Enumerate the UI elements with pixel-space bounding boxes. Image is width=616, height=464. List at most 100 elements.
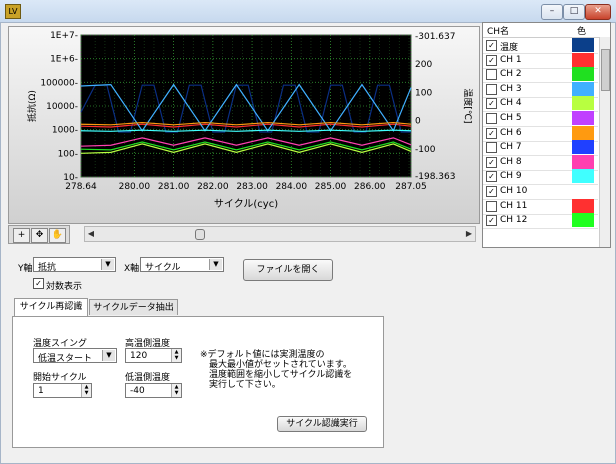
channel-row[interactable]: ✓ CH 8 — [483, 154, 598, 171]
low-temp-input[interactable]: -40 ▲ ▼ — [125, 383, 182, 398]
channel-checkbox[interactable]: ✓ — [486, 54, 497, 66]
log-scale-checkbox[interactable]: ✓ — [33, 278, 44, 289]
x-tick-label: 287.05 — [395, 182, 427, 192]
channel-checkbox[interactable]: ✓ — [486, 156, 497, 168]
channel-row[interactable]: ✓ 温度 — [483, 38, 598, 54]
channel-color-swatch[interactable] — [572, 154, 594, 169]
y-left-tick-label: 10000- — [46, 102, 78, 112]
spinner-arrows-icon[interactable]: ▲ ▼ — [81, 384, 91, 397]
open-file-button[interactable]: ファイルを開く — [243, 259, 333, 281]
channel-name: CH 10 — [500, 186, 528, 196]
channel-row[interactable]: CH 11 — [483, 198, 598, 215]
channel-list-scrollbar[interactable] — [599, 37, 610, 247]
channel-row[interactable]: ✓ CH 10 — [483, 184, 598, 200]
channel-row[interactable]: ✓ CH 12 — [483, 213, 598, 230]
temp-swing-select[interactable]: 低温スタート ▼ — [33, 348, 117, 364]
chevron-down-icon: ▼ — [209, 259, 222, 270]
y-axis-select[interactable]: 抵抗 ▼ — [33, 257, 116, 273]
channel-color-swatch[interactable] — [572, 96, 594, 111]
tab-cycle-recognition[interactable]: サイクル再認識 — [14, 298, 88, 316]
channel-checkbox[interactable] — [486, 142, 497, 154]
scroll-left-icon[interactable]: ◀ — [85, 227, 97, 241]
close-button[interactable]: ✕ — [585, 4, 611, 20]
chart-frame: 278.64 280.00 281.00 282.00 283.00 284.00 285.… — [8, 26, 480, 224]
channel-row[interactable]: CH 7 — [483, 140, 598, 157]
channel-row[interactable]: ✓ CH 6 — [483, 125, 598, 142]
channel-color-header: 色 — [577, 27, 587, 37]
channel-color-swatch[interactable] — [572, 169, 594, 184]
channel-checkbox[interactable]: ✓ — [486, 171, 497, 183]
y-right-tick-label: 100 — [415, 88, 432, 98]
start-cycle-label: 開始サイクル — [33, 373, 87, 383]
channel-name: CH 2 — [500, 69, 522, 80]
y-axis-label: Y軸 — [18, 264, 33, 274]
pan-hand-icon[interactable]: ✋ — [49, 228, 66, 243]
channel-name: CH 6 — [500, 127, 522, 138]
channel-checkbox[interactable] — [486, 200, 497, 212]
channel-row[interactable]: CH 3 — [483, 81, 598, 98]
y-left-tick-label: 100- — [58, 149, 78, 159]
channel-color-swatch[interactable] — [572, 38, 594, 52]
channel-name: CH 7 — [500, 142, 522, 153]
chart-horizontal-scrollbar[interactable]: ◀ ▶ — [84, 226, 476, 242]
channel-name: 温度 — [500, 43, 519, 53]
channel-row[interactable]: ✓ CH 4 — [483, 96, 598, 113]
channel-checkbox[interactable]: ✓ — [486, 186, 497, 197]
channel-name: CH 4 — [500, 98, 522, 109]
y-left-tick-label: 1E+6- — [50, 55, 78, 65]
scrollbar-thumb[interactable] — [195, 229, 205, 240]
chevron-down-icon: ▼ — [102, 350, 115, 361]
title-bar: LV – □ ✕ — [0, 0, 616, 23]
channel-name: CH 3 — [500, 83, 522, 94]
maximize-button[interactable]: □ — [563, 4, 585, 20]
y-right-tick-label: -198.363 — [415, 172, 455, 182]
channel-color-swatch[interactable] — [572, 111, 594, 125]
spinner-arrows-icon[interactable]: ▲ ▼ — [171, 384, 181, 397]
channel-row[interactable]: CH 2 — [483, 67, 598, 84]
channel-checkbox[interactable] — [486, 83, 497, 95]
channel-name: CH 5 — [500, 113, 522, 123]
channel-checkbox[interactable] — [486, 69, 497, 81]
x-axis-select[interactable]: サイクル ▼ — [140, 257, 224, 273]
channel-name-header: CH名 — [487, 27, 510, 37]
channel-color-swatch[interactable] — [572, 213, 594, 228]
spinner-arrows-icon[interactable]: ▲ ▼ — [171, 349, 181, 362]
log-scale-label: 対数表示 — [46, 282, 83, 292]
high-temp-input[interactable]: 120 ▲ ▼ — [125, 348, 182, 363]
channel-list-header: CH名 色 — [483, 23, 610, 38]
scroll-right-icon[interactable]: ▶ — [463, 227, 475, 241]
low-temp-label: 低温側温度 — [125, 373, 171, 383]
cursor-tool-icon[interactable]: + — [13, 228, 30, 243]
tab-cycle-data-extract[interactable]: サイクルデータ抽出 — [89, 299, 178, 315]
channel-scroll-thumb[interactable] — [601, 49, 610, 91]
channel-checkbox[interactable]: ✓ — [486, 215, 497, 227]
channel-name: CH 8 — [500, 156, 522, 167]
x-tick-label: 278.64 — [65, 182, 97, 192]
channel-row[interactable]: CH 5 — [483, 111, 598, 127]
run-cycle-recognition-button[interactable]: サイクル認識実行 — [277, 416, 367, 432]
graph-palette: + ✥ ✋ — [8, 225, 70, 244]
channel-checkbox[interactable]: ✓ — [486, 127, 497, 139]
channel-checkbox[interactable]: ✓ — [486, 98, 497, 110]
x-tick-label: 282.00 — [197, 182, 229, 192]
start-cycle-input[interactable]: 1 ▲ ▼ — [33, 383, 92, 398]
channel-checkbox[interactable] — [486, 113, 497, 124]
channel-color-swatch[interactable] — [572, 52, 594, 67]
channel-color-swatch[interactable] — [572, 67, 594, 82]
channel-color-swatch[interactable] — [572, 140, 594, 155]
y-left-tick-label: 100000- — [40, 78, 78, 88]
channel-color-swatch[interactable] — [572, 125, 594, 140]
channel-row[interactable]: ✓ CH 1 — [483, 52, 598, 69]
channel-color-swatch[interactable] — [572, 198, 594, 213]
x-tick-label: 281.00 — [158, 182, 190, 192]
resistance-temperature-chart[interactable]: 278.64 280.00 281.00 282.00 283.00 284.00 285.… — [9, 27, 479, 223]
channel-name: CH 1 — [500, 54, 522, 65]
minimize-button[interactable]: – — [541, 4, 563, 20]
zoom-tool-icon[interactable]: ✥ — [31, 228, 48, 243]
channel-color-swatch[interactable] — [572, 184, 594, 198]
channel-row[interactable]: ✓ CH 9 — [483, 169, 598, 186]
y-left-tick-label: 10- — [63, 173, 78, 183]
app-icon: LV — [5, 4, 21, 19]
channel-color-swatch[interactable] — [572, 81, 594, 96]
channel-checkbox[interactable]: ✓ — [486, 40, 497, 51]
